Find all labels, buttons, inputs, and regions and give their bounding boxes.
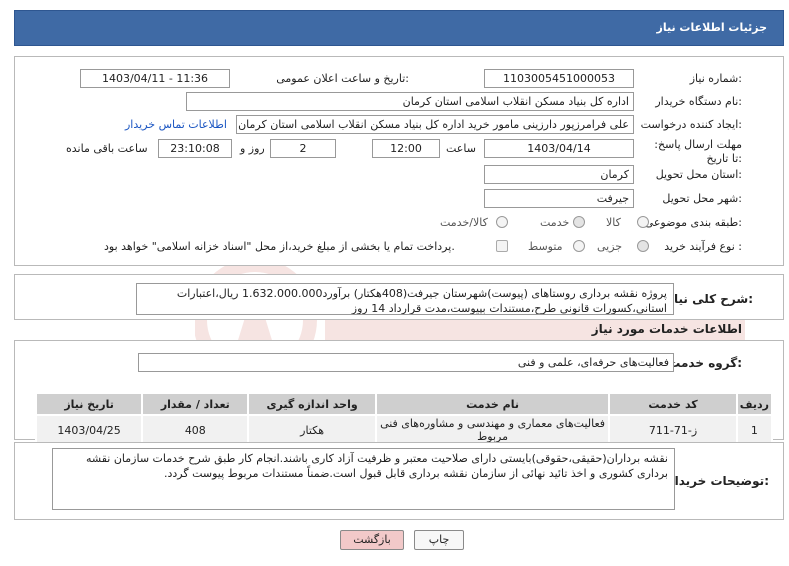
requester-label: ایجاد کننده درخواست: [640, 118, 742, 131]
cell-service-code: ز-71-711 [608, 414, 738, 446]
category-goods-service-radio[interactable] [496, 216, 508, 228]
purchase-type-minor-radio[interactable] [637, 240, 649, 252]
treasury-checkbox[interactable] [496, 240, 508, 252]
province-label: استان محل تحویل: [655, 168, 742, 181]
cell-service-name: فعالیت‌های معماری و مهندسی و مشاوره‌های … [374, 414, 611, 446]
announce-datetime-field: 1403/04/11 - 11:36 [80, 69, 230, 88]
deadline-time-label: ساعت [446, 142, 476, 155]
purchase-type-label: نوع فرآیند خرید : [664, 240, 742, 253]
time-remaining-field: 23:10:08 [158, 139, 232, 158]
category-service-radio[interactable] [573, 216, 585, 228]
category-goods-label: کالا [606, 216, 621, 229]
treasury-note: پرداخت تمام یا بخشی از مبلغ خرید،از محل … [104, 240, 455, 253]
col-quantity: تعداد / مقدار [141, 392, 250, 416]
deadline-date-field: 1403/04/14 [484, 139, 634, 158]
buyer-org-field: اداره کل بنیاد مسکن انقلاب اسلامی استان … [186, 92, 634, 111]
back-button[interactable]: بازگشت [340, 530, 404, 550]
need-number-label: شماره نیاز: [689, 72, 742, 85]
category-label: طبقه بندی موضوعی: [644, 216, 742, 229]
buyer-contact-link[interactable]: اطلاعات تماس خریدار [125, 118, 227, 131]
col-need-date: تاریخ نیاز [34, 392, 144, 416]
cell-need-date: 1403/04/25 [34, 414, 144, 446]
cell-quantity: 408 [141, 414, 250, 446]
deadline-label: مهلت ارسال پاسخ: تا تاریخ: [654, 138, 742, 165]
buyer-notes-label: توضیحات خریدار: [667, 474, 769, 488]
category-goods-radio[interactable] [637, 216, 649, 228]
cell-unit: هکتار [247, 414, 377, 446]
time-remaining-label: ساعت باقی مانده [66, 142, 148, 155]
buyer-org-label: نام دستگاه خریدار: [655, 95, 742, 108]
category-goods-service-label: کالا/خدمت [440, 216, 488, 229]
page-title: جزئیات اطلاعات نیاز [656, 21, 768, 34]
col-service-code: کد خدمت [608, 392, 738, 416]
cell-row: 1 [735, 414, 774, 446]
print-button[interactable]: چاپ [414, 530, 464, 550]
requester-field: علی فرامرزپور دارزینی مامور خرید اداره ک… [236, 115, 634, 134]
purchase-type-medium-label: متوسط [528, 240, 563, 253]
service-group-field: فعالیت‌های حرفه‌ای، علمی و فنی [138, 353, 674, 372]
col-service-name: نام خدمت [374, 392, 611, 416]
city-field: جیرفت [484, 189, 634, 208]
page-header: جزئیات اطلاعات نیاز [14, 10, 784, 46]
need-number-field: 1103005451000053 [484, 69, 634, 88]
summary-label: شرح کلی نیاز: [667, 292, 753, 306]
category-service-label: خدمت [540, 216, 570, 229]
purchase-type-medium-radio[interactable] [573, 240, 585, 252]
summary-text: پروژه نقشه برداری روستاهای (پیوست)شهرستا… [136, 283, 674, 315]
days-remaining-field: 2 [270, 139, 336, 158]
services-section-title: اطلاعات خدمات مورد نیاز [591, 322, 742, 336]
buyer-notes-text: نقشه برداران(حقیقی،حقوقی)بایستی دارای صل… [52, 448, 675, 510]
province-field: کرمان [484, 165, 634, 184]
services-table: ردیف کد خدمت نام خدمت واحد اندازه گیری ت… [34, 392, 774, 446]
days-label: روز و [240, 142, 265, 155]
service-group-label: گروه خدمت: [668, 356, 742, 370]
city-label: شهر محل تحویل: [662, 192, 742, 205]
col-row: ردیف [735, 392, 774, 416]
services-table-header: ردیف کد خدمت نام خدمت واحد اندازه گیری ت… [34, 392, 774, 416]
table-row: 1 ز-71-711 فعالیت‌های معماری و مهندسی و … [34, 414, 774, 446]
deadline-time-field: 12:00 [372, 139, 440, 158]
announce-datetime-label: تاریخ و ساعت اعلان عمومی: [276, 72, 409, 85]
col-unit: واحد اندازه گیری [247, 392, 377, 416]
purchase-type-minor-label: جزیی [597, 240, 623, 253]
